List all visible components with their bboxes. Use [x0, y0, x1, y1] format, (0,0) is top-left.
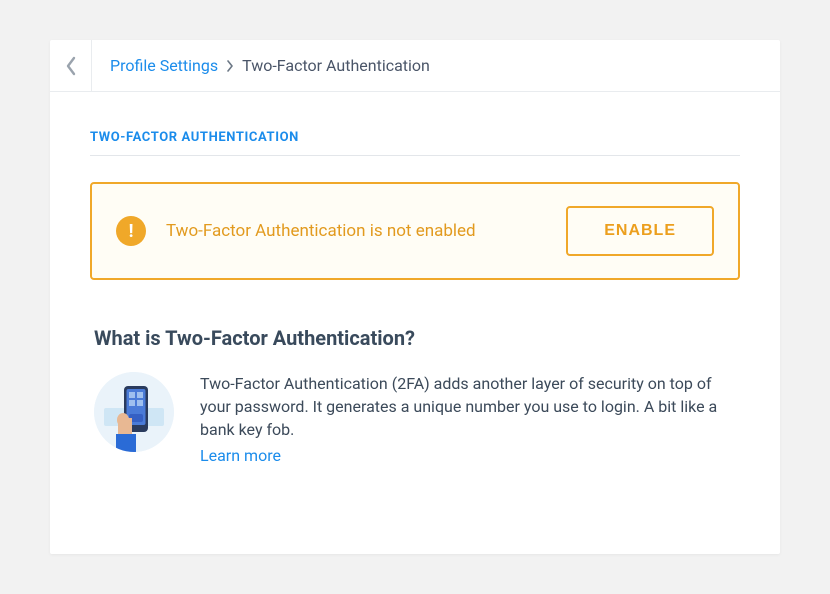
settings-card: Profile Settings Two-Factor Authenticati…	[50, 40, 780, 554]
warning-icon: !	[116, 216, 146, 246]
chevron-right-icon	[226, 60, 234, 72]
breadcrumb-current: Two-Factor Authentication	[242, 56, 430, 75]
alert-message: Two-Factor Authentication is not enabled	[166, 221, 546, 241]
back-button[interactable]	[50, 40, 92, 91]
info-heading: What is Two-Factor Authentication?	[94, 326, 736, 350]
header-row: Profile Settings Two-Factor Authenticati…	[50, 40, 780, 92]
breadcrumb: Profile Settings Two-Factor Authenticati…	[92, 40, 448, 91]
phone-2fa-illustration-icon	[94, 372, 174, 452]
info-block: What is Two-Factor Authentication?	[90, 326, 740, 467]
content-area: TWO-FACTOR AUTHENTICATION ! Two-Factor A…	[50, 92, 780, 554]
section-title: TWO-FACTOR AUTHENTICATION	[90, 130, 740, 156]
enable-button[interactable]: ENABLE	[566, 206, 714, 256]
learn-more-link[interactable]: Learn more	[200, 444, 281, 467]
info-body: Two-Factor Authentication (2FA) adds ano…	[200, 374, 717, 439]
chevron-left-icon	[64, 55, 78, 77]
breadcrumb-parent[interactable]: Profile Settings	[110, 56, 218, 75]
info-row: Two-Factor Authentication (2FA) adds ano…	[94, 372, 736, 467]
alert-banner: ! Two-Factor Authentication is not enabl…	[90, 182, 740, 280]
info-text: Two-Factor Authentication (2FA) adds ano…	[200, 372, 736, 467]
